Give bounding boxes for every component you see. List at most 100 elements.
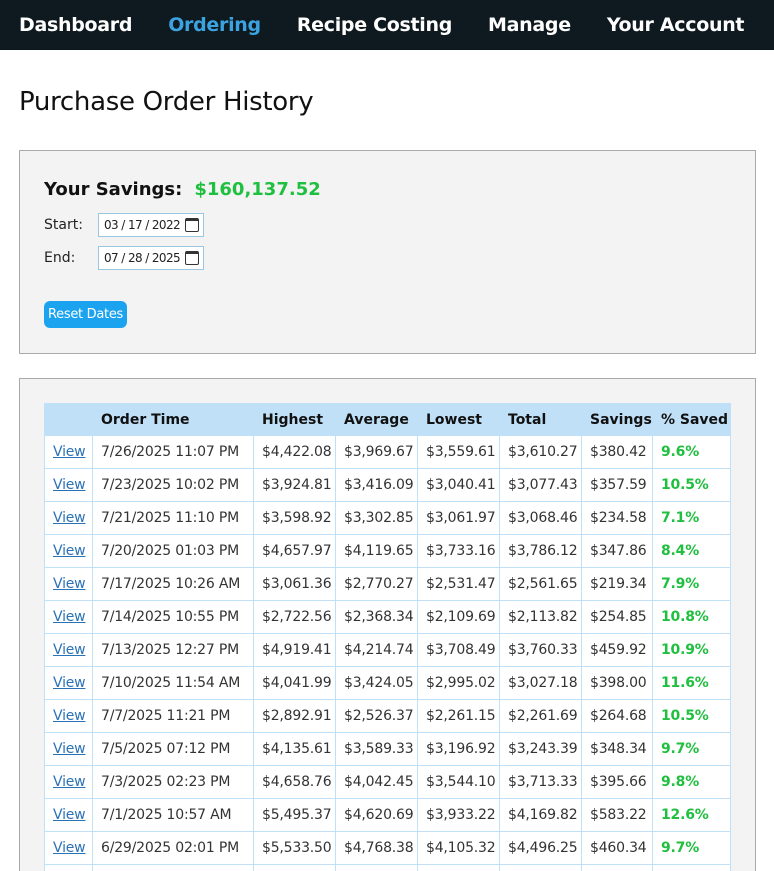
view-link[interactable]: View bbox=[53, 774, 86, 790]
table-row[interactable]: View 7/21/2025 11:10 PM $3,598.92 $3,302.85… bbox=[44, 501, 731, 535]
savings-value: $160,137.52 bbox=[194, 179, 321, 200]
cell-order-time: 7/23/2025 10:02 PM bbox=[92, 468, 254, 502]
cell-pct-saved: 12.6% bbox=[652, 798, 731, 832]
start-date-value: 03 / 17 / 2022 bbox=[104, 218, 181, 232]
header-highest: Highest bbox=[253, 403, 336, 436]
cell-total: $3,760.33 bbox=[499, 633, 582, 667]
cell-lowest: $3,733.16 bbox=[417, 534, 500, 568]
cell-total: $4,169.82 bbox=[499, 798, 582, 832]
cell-savings: $583.22 bbox=[581, 798, 653, 832]
cell-order-time: 7/14/2025 10:55 PM bbox=[92, 600, 254, 634]
order-history-table: Order Time Highest Average Lowest Total … bbox=[44, 403, 731, 871]
page-title: Purchase Order History bbox=[19, 87, 314, 117]
start-date-input[interactable]: 03 / 17 / 2022 bbox=[98, 213, 204, 237]
cell-total: $3,077.43 bbox=[499, 468, 582, 502]
cell-total: $3,068.46 bbox=[499, 501, 582, 535]
cell-total: $3,713.33 bbox=[499, 765, 582, 799]
cell-average: $3,302.85 bbox=[335, 501, 418, 535]
cell-pct-saved: 10.5% bbox=[652, 699, 731, 733]
nav-your-account[interactable]: Your Account bbox=[607, 14, 745, 36]
view-link[interactable]: View bbox=[53, 840, 86, 856]
view-link[interactable]: View bbox=[53, 543, 86, 559]
cell-order-time: 7/21/2025 11:10 PM bbox=[92, 501, 254, 535]
table-row[interactable]: View 7/17/2025 10:26 AM $3,061.36 $2,770.27… bbox=[44, 567, 731, 601]
view-cell: View bbox=[44, 501, 93, 535]
cell-total: $3,786.12 bbox=[499, 534, 582, 568]
cell-order-time: 7/26/2025 11:07 PM bbox=[92, 435, 254, 469]
cell-savings: $357.59 bbox=[581, 468, 653, 502]
view-cell bbox=[44, 864, 93, 871]
table-row[interactable]: View 7/14/2025 10:55 PM $2,722.56 $2,368.34… bbox=[44, 600, 731, 634]
table-row[interactable]: View 7/20/2025 01:03 PM $4,657.97 $4,119.65… bbox=[44, 534, 731, 568]
order-history-panel: Order Time Highest Average Lowest Total … bbox=[19, 378, 756, 871]
table-header-row: Order Time Highest Average Lowest Total … bbox=[44, 403, 731, 436]
header-savings: Savings bbox=[581, 403, 653, 436]
end-date-input[interactable]: 07 / 28 / 2025 bbox=[98, 246, 204, 270]
cell-lowest: $3,196.92 bbox=[417, 732, 500, 766]
cell-average: $2,368.34 bbox=[335, 600, 418, 634]
cell-highest: $5,495.37 bbox=[253, 798, 336, 832]
cell-highest: $3,924.81 bbox=[253, 468, 336, 502]
cell-lowest: $3,933.22 bbox=[417, 798, 500, 832]
view-link[interactable]: View bbox=[53, 576, 86, 592]
view-cell: View bbox=[44, 765, 93, 799]
view-cell: View bbox=[44, 798, 93, 832]
cell-highest: $4,919.41 bbox=[253, 633, 336, 667]
cell-lowest: $2,995.02 bbox=[417, 666, 500, 700]
end-date-label: End: bbox=[44, 250, 76, 266]
cell-savings: $219.34 bbox=[581, 567, 653, 601]
table-row[interactable]: View 6/29/2025 02:01 PM $5,533.50 $4,768.38… bbox=[44, 831, 731, 865]
cell-highest: $2,722.56 bbox=[253, 600, 336, 634]
table-row[interactable]: View 7/13/2025 12:27 PM $4,919.41 $4,214.74… bbox=[44, 633, 731, 667]
nav-ordering[interactable]: Ordering bbox=[168, 14, 261, 36]
cell-savings: $234.58 bbox=[581, 501, 653, 535]
view-link[interactable]: View bbox=[53, 708, 86, 724]
nav-recipe-costing[interactable]: Recipe Costing bbox=[297, 14, 453, 36]
view-link[interactable]: View bbox=[53, 477, 86, 493]
view-link[interactable]: View bbox=[53, 609, 86, 625]
reset-dates-button[interactable]: Reset Dates bbox=[44, 301, 127, 328]
table-body: View 7/26/2025 11:07 PM $4,422.08 $3,969.67… bbox=[44, 435, 731, 871]
view-link[interactable]: View bbox=[53, 444, 86, 460]
cell-highest: $4,135.61 bbox=[253, 732, 336, 766]
cell-total: $2,261.69 bbox=[499, 699, 582, 733]
cell-savings: $459.92 bbox=[581, 633, 653, 667]
nav-manage[interactable]: Manage bbox=[488, 14, 571, 36]
cell-total: $2,561.65 bbox=[499, 567, 582, 601]
table-row[interactable]: View 7/7/2025 11:21 PM $2,892.91 $2,526.37 $… bbox=[44, 699, 731, 733]
cell-highest: $3,598.92 bbox=[253, 501, 336, 535]
start-date-row: Start: 03 / 17 / 2022 bbox=[44, 213, 204, 237]
cell-average: $4,620.69 bbox=[335, 798, 418, 832]
cell-pct-saved: 9.6% bbox=[652, 435, 731, 469]
cell-pct-saved: 10.9% bbox=[652, 633, 731, 667]
view-link[interactable]: View bbox=[53, 675, 86, 691]
view-link[interactable]: View bbox=[53, 807, 86, 823]
cell-pct-saved: 10.8% bbox=[652, 600, 731, 634]
cell-savings: $264.68 bbox=[581, 699, 653, 733]
table-row[interactable]: View 7/10/2025 11:54 AM $4,041.99 $3,424.05… bbox=[44, 666, 731, 700]
nav-dashboard[interactable]: Dashboard bbox=[19, 14, 132, 36]
view-link[interactable]: View bbox=[53, 642, 86, 658]
table-row[interactable]: View 7/3/2025 02:23 PM $4,658.76 $4,042.45 $… bbox=[44, 765, 731, 799]
cell-total: $3,243.39 bbox=[499, 732, 582, 766]
table-row[interactable]: View 7/23/2025 10:02 PM $3,924.81 $3,416.09… bbox=[44, 468, 731, 502]
calendar-icon[interactable] bbox=[185, 251, 199, 265]
cell-order-time: 7/3/2025 02:23 PM bbox=[92, 765, 254, 799]
start-date-label: Start: bbox=[44, 217, 83, 233]
cell-average: $3,424.05 bbox=[335, 666, 418, 700]
view-link[interactable]: View bbox=[53, 741, 86, 757]
cell-order-time: 6/29/2025 02:01 PM bbox=[92, 831, 254, 865]
view-link[interactable]: View bbox=[53, 510, 86, 526]
view-cell: View bbox=[44, 633, 93, 667]
table-row[interactable]: View 7/26/2025 11:07 PM $4,422.08 $3,969.67… bbox=[44, 435, 731, 469]
table-row[interactable] bbox=[44, 864, 731, 871]
view-cell: View bbox=[44, 699, 93, 733]
cell-highest: $5,533.50 bbox=[253, 831, 336, 865]
cell-lowest: $2,261.15 bbox=[417, 699, 500, 733]
table-row[interactable]: View 7/5/2025 07:12 PM $4,135.61 $3,589.33 $… bbox=[44, 732, 731, 766]
cell-pct-saved: 9.7% bbox=[652, 732, 731, 766]
cell-pct-saved: 7.1% bbox=[652, 501, 731, 535]
table-row[interactable]: View 7/1/2025 10:57 AM $5,495.37 $4,620.69 $… bbox=[44, 798, 731, 832]
calendar-icon[interactable] bbox=[185, 218, 199, 232]
cell-highest: $3,061.36 bbox=[253, 567, 336, 601]
